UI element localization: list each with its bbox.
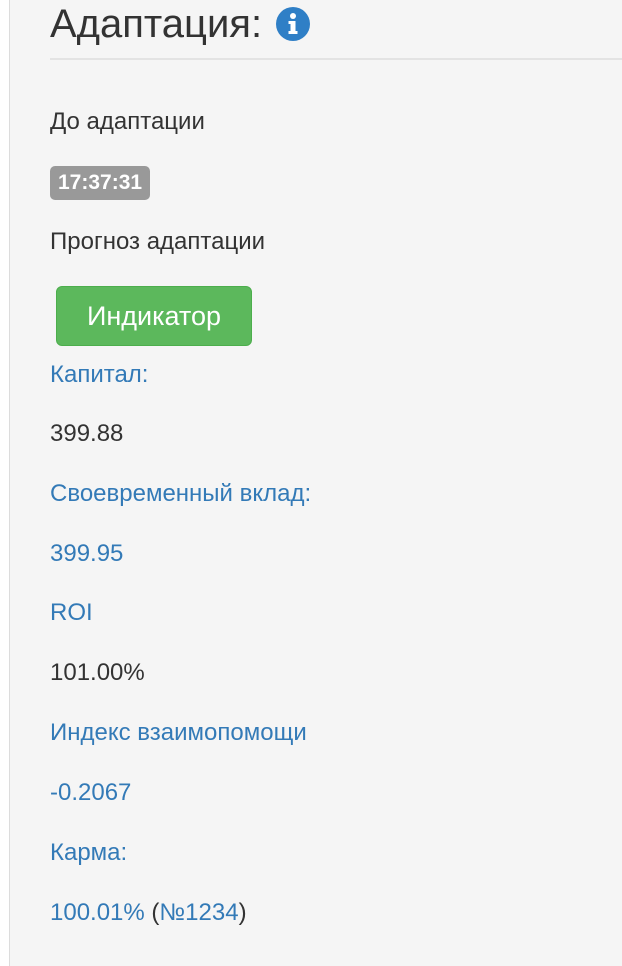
karma-close-paren: ) bbox=[238, 899, 247, 926]
capital-label[interactable]: Капитал: bbox=[50, 360, 148, 390]
karma-value[interactable]: 100.01% bbox=[50, 899, 145, 926]
karma-rank[interactable]: №1234 bbox=[159, 899, 238, 926]
time-badge: 17:37:31 bbox=[50, 166, 151, 200]
roi-value: 101.00% bbox=[50, 659, 145, 686]
karma-line: 100.01% (№1234) bbox=[50, 898, 247, 928]
mutual-aid-label[interactable]: Индекс взаимопомощи bbox=[50, 718, 307, 748]
capital-value: 399.88 bbox=[50, 420, 124, 447]
forecast-label: Прогноз адаптации bbox=[50, 228, 266, 255]
mutual-aid-value[interactable]: -0.2067 bbox=[50, 778, 131, 808]
title-row: Адаптация: bbox=[50, 0, 311, 54]
roi-label[interactable]: ROI bbox=[50, 598, 93, 628]
page-title: Адаптация: bbox=[50, 2, 263, 46]
adaptation-panel: Адаптация: До адаптации 17:37:31 Прогноз… bbox=[9, 0, 622, 966]
info-icon[interactable] bbox=[276, 7, 311, 41]
indicator-button[interactable]: Индикатор bbox=[56, 286, 252, 346]
timely-deposit-value[interactable]: 399.95 bbox=[50, 539, 123, 569]
timely-deposit-label[interactable]: Своевременный вклад: bbox=[50, 479, 311, 509]
karma-label[interactable]: Карма: bbox=[50, 838, 127, 868]
before-adaptation-label: До адаптации bbox=[50, 108, 205, 135]
header-divider bbox=[50, 58, 622, 60]
